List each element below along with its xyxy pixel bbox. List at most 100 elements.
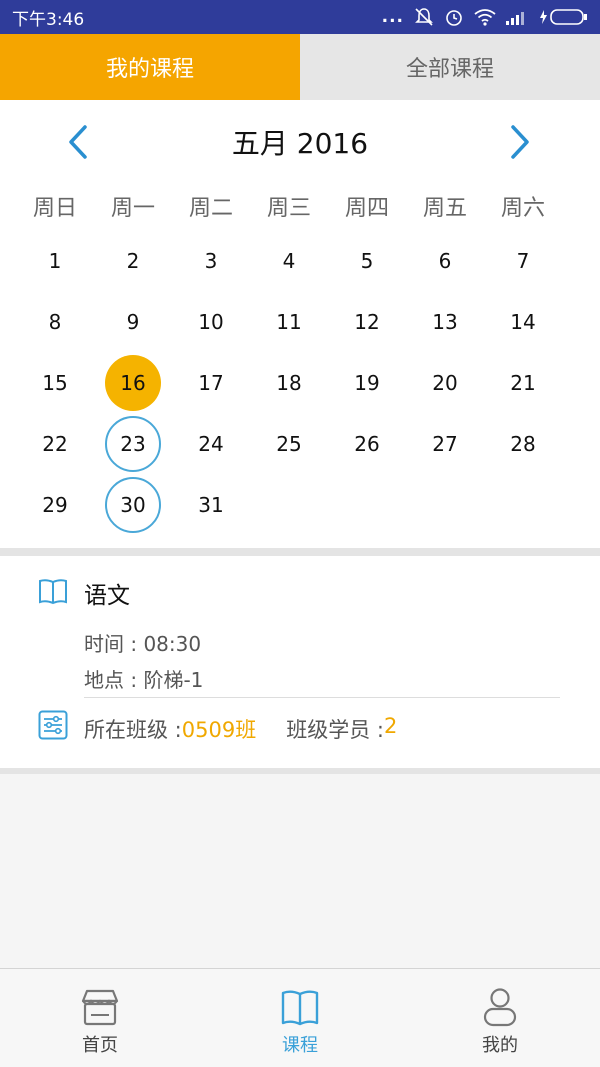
calendar-day-empty [406, 474, 484, 535]
calendar-day[interactable]: 17 [172, 352, 250, 413]
status-icons: ... [382, 7, 588, 27]
calendar-day[interactable]: 3 [172, 230, 250, 291]
next-month-button[interactable] [500, 120, 540, 164]
class-value: 0509班 [181, 718, 257, 742]
day-number: 7 [516, 248, 530, 273]
day-number: 10 [198, 309, 224, 334]
calendar-day-empty [328, 474, 406, 535]
tab-all-courses[interactable]: 全部课程 [300, 34, 600, 100]
weekday-label: 周一 [110, 196, 155, 221]
calendar-day[interactable]: 15 [16, 352, 94, 413]
calendar-day[interactable]: 29 [16, 474, 94, 535]
day-number: 13 [432, 309, 458, 334]
day-number: 19 [354, 370, 380, 395]
day-number: 9 [126, 309, 140, 334]
day-number: 18 [276, 370, 302, 395]
user-icon [483, 988, 517, 1027]
day-number: 17 [198, 370, 224, 395]
day-number: 26 [354, 431, 380, 456]
day-number: 11 [276, 309, 302, 334]
day-number: 4 [282, 248, 296, 273]
class-label: 所在班级 : [84, 718, 182, 742]
book-icon [39, 579, 67, 605]
calendar-day[interactable]: 26 [328, 413, 406, 474]
calendar-day[interactable]: 8 [16, 291, 94, 352]
calendar-day-today[interactable]: 16 [94, 352, 172, 413]
nav-courses[interactable]: 课程 [200, 969, 400, 1067]
course-name: 语文 [84, 583, 130, 609]
calendar-day[interactable]: 5 [328, 230, 406, 291]
mute-bell-icon [415, 8, 433, 26]
day-number: 3 [204, 248, 218, 273]
calendar-week: 15 16 17 18 19 20 21 [16, 352, 562, 413]
day-number: 12 [354, 309, 380, 334]
calendar-day-has-course[interactable]: 30 [94, 474, 172, 535]
empty-area [0, 774, 600, 969]
calendar-day[interactable]: 12 [328, 291, 406, 352]
calendar-week: 8 9 10 11 12 13 14 [16, 291, 562, 352]
day-number: 23 [105, 415, 161, 472]
calendar-day[interactable]: 27 [406, 413, 484, 474]
day-number: 24 [198, 431, 224, 456]
weekday-label: 周三 [266, 196, 311, 221]
calendar-day[interactable]: 11 [250, 291, 328, 352]
more-dots: ... [381, 7, 404, 27]
calendar-day[interactable]: 20 [406, 352, 484, 413]
calendar-day[interactable]: 6 [406, 230, 484, 291]
nav-courses-label: 课程 [282, 1035, 318, 1056]
day-number [339, 477, 395, 533]
status-bar: 下午3:46 ... [0, 0, 600, 34]
calendar-week: 29 30 31 [16, 474, 562, 535]
course-time: 时间 : 08:30 [84, 632, 202, 656]
alarm-icon [446, 10, 462, 26]
nav-home[interactable]: 首页 [0, 969, 200, 1067]
weekday-label: 周二 [188, 196, 233, 221]
calendar-day[interactable]: 13 [406, 291, 484, 352]
day-number: 25 [276, 431, 302, 456]
calendar-day[interactable]: 24 [172, 413, 250, 474]
calendar-day[interactable]: 19 [328, 352, 406, 413]
calendar-day[interactable]: 9 [94, 291, 172, 352]
chevron-right-icon [511, 125, 529, 159]
store-icon [81, 989, 119, 1026]
calendar-day[interactable]: 21 [484, 352, 562, 413]
battery-icon [540, 9, 587, 25]
section-divider [0, 548, 600, 556]
day-number: 21 [510, 370, 536, 395]
day-number: 5 [360, 248, 374, 273]
calendar-day[interactable]: 10 [172, 291, 250, 352]
calendar-day[interactable]: 2 [94, 230, 172, 291]
day-number [417, 477, 473, 533]
students-label: 班级学员 : [286, 718, 384, 742]
status-time: 下午3:46 [12, 9, 85, 30]
calendar-day[interactable]: 7 [484, 230, 562, 291]
calendar-week: 22 23 24 25 26 27 28 [16, 413, 562, 474]
bottom-nav: 首页 课程 我的 [0, 968, 600, 1067]
calendar-header: 五月 2016 [0, 100, 600, 184]
course-card[interactable]: 语文 时间 : 08:30 地点 : 阶梯-1 所在班级 : 0509班 班级学… [0, 556, 600, 768]
calendar-day[interactable]: 14 [484, 291, 562, 352]
calendar-day[interactable]: 31 [172, 474, 250, 535]
calendar-day[interactable]: 4 [250, 230, 328, 291]
weekday-label: 周日 [32, 196, 77, 221]
day-number: 15 [42, 370, 68, 395]
signal-icon [506, 12, 524, 25]
day-number: 20 [432, 370, 458, 395]
course-tabs: 我的课程 全部课程 [0, 34, 600, 100]
calendar-day-has-course[interactable]: 23 [94, 413, 172, 474]
tab-my-courses[interactable]: 我的课程 [0, 34, 300, 100]
calendar-day[interactable]: 18 [250, 352, 328, 413]
sliders-icon [38, 710, 68, 740]
calendar-day[interactable]: 22 [16, 413, 94, 474]
calendar-day[interactable]: 25 [250, 413, 328, 474]
nav-mine[interactable]: 我的 [400, 969, 600, 1067]
calendar-day[interactable]: 28 [484, 413, 562, 474]
day-number: 1 [48, 248, 62, 273]
day-number: 14 [510, 309, 536, 334]
day-number [261, 477, 317, 533]
calendar-day[interactable]: 1 [16, 230, 94, 291]
day-number: 27 [432, 431, 458, 456]
wifi-icon [474, 9, 496, 26]
nav-home-label: 首页 [82, 1035, 118, 1056]
day-number [495, 477, 551, 533]
